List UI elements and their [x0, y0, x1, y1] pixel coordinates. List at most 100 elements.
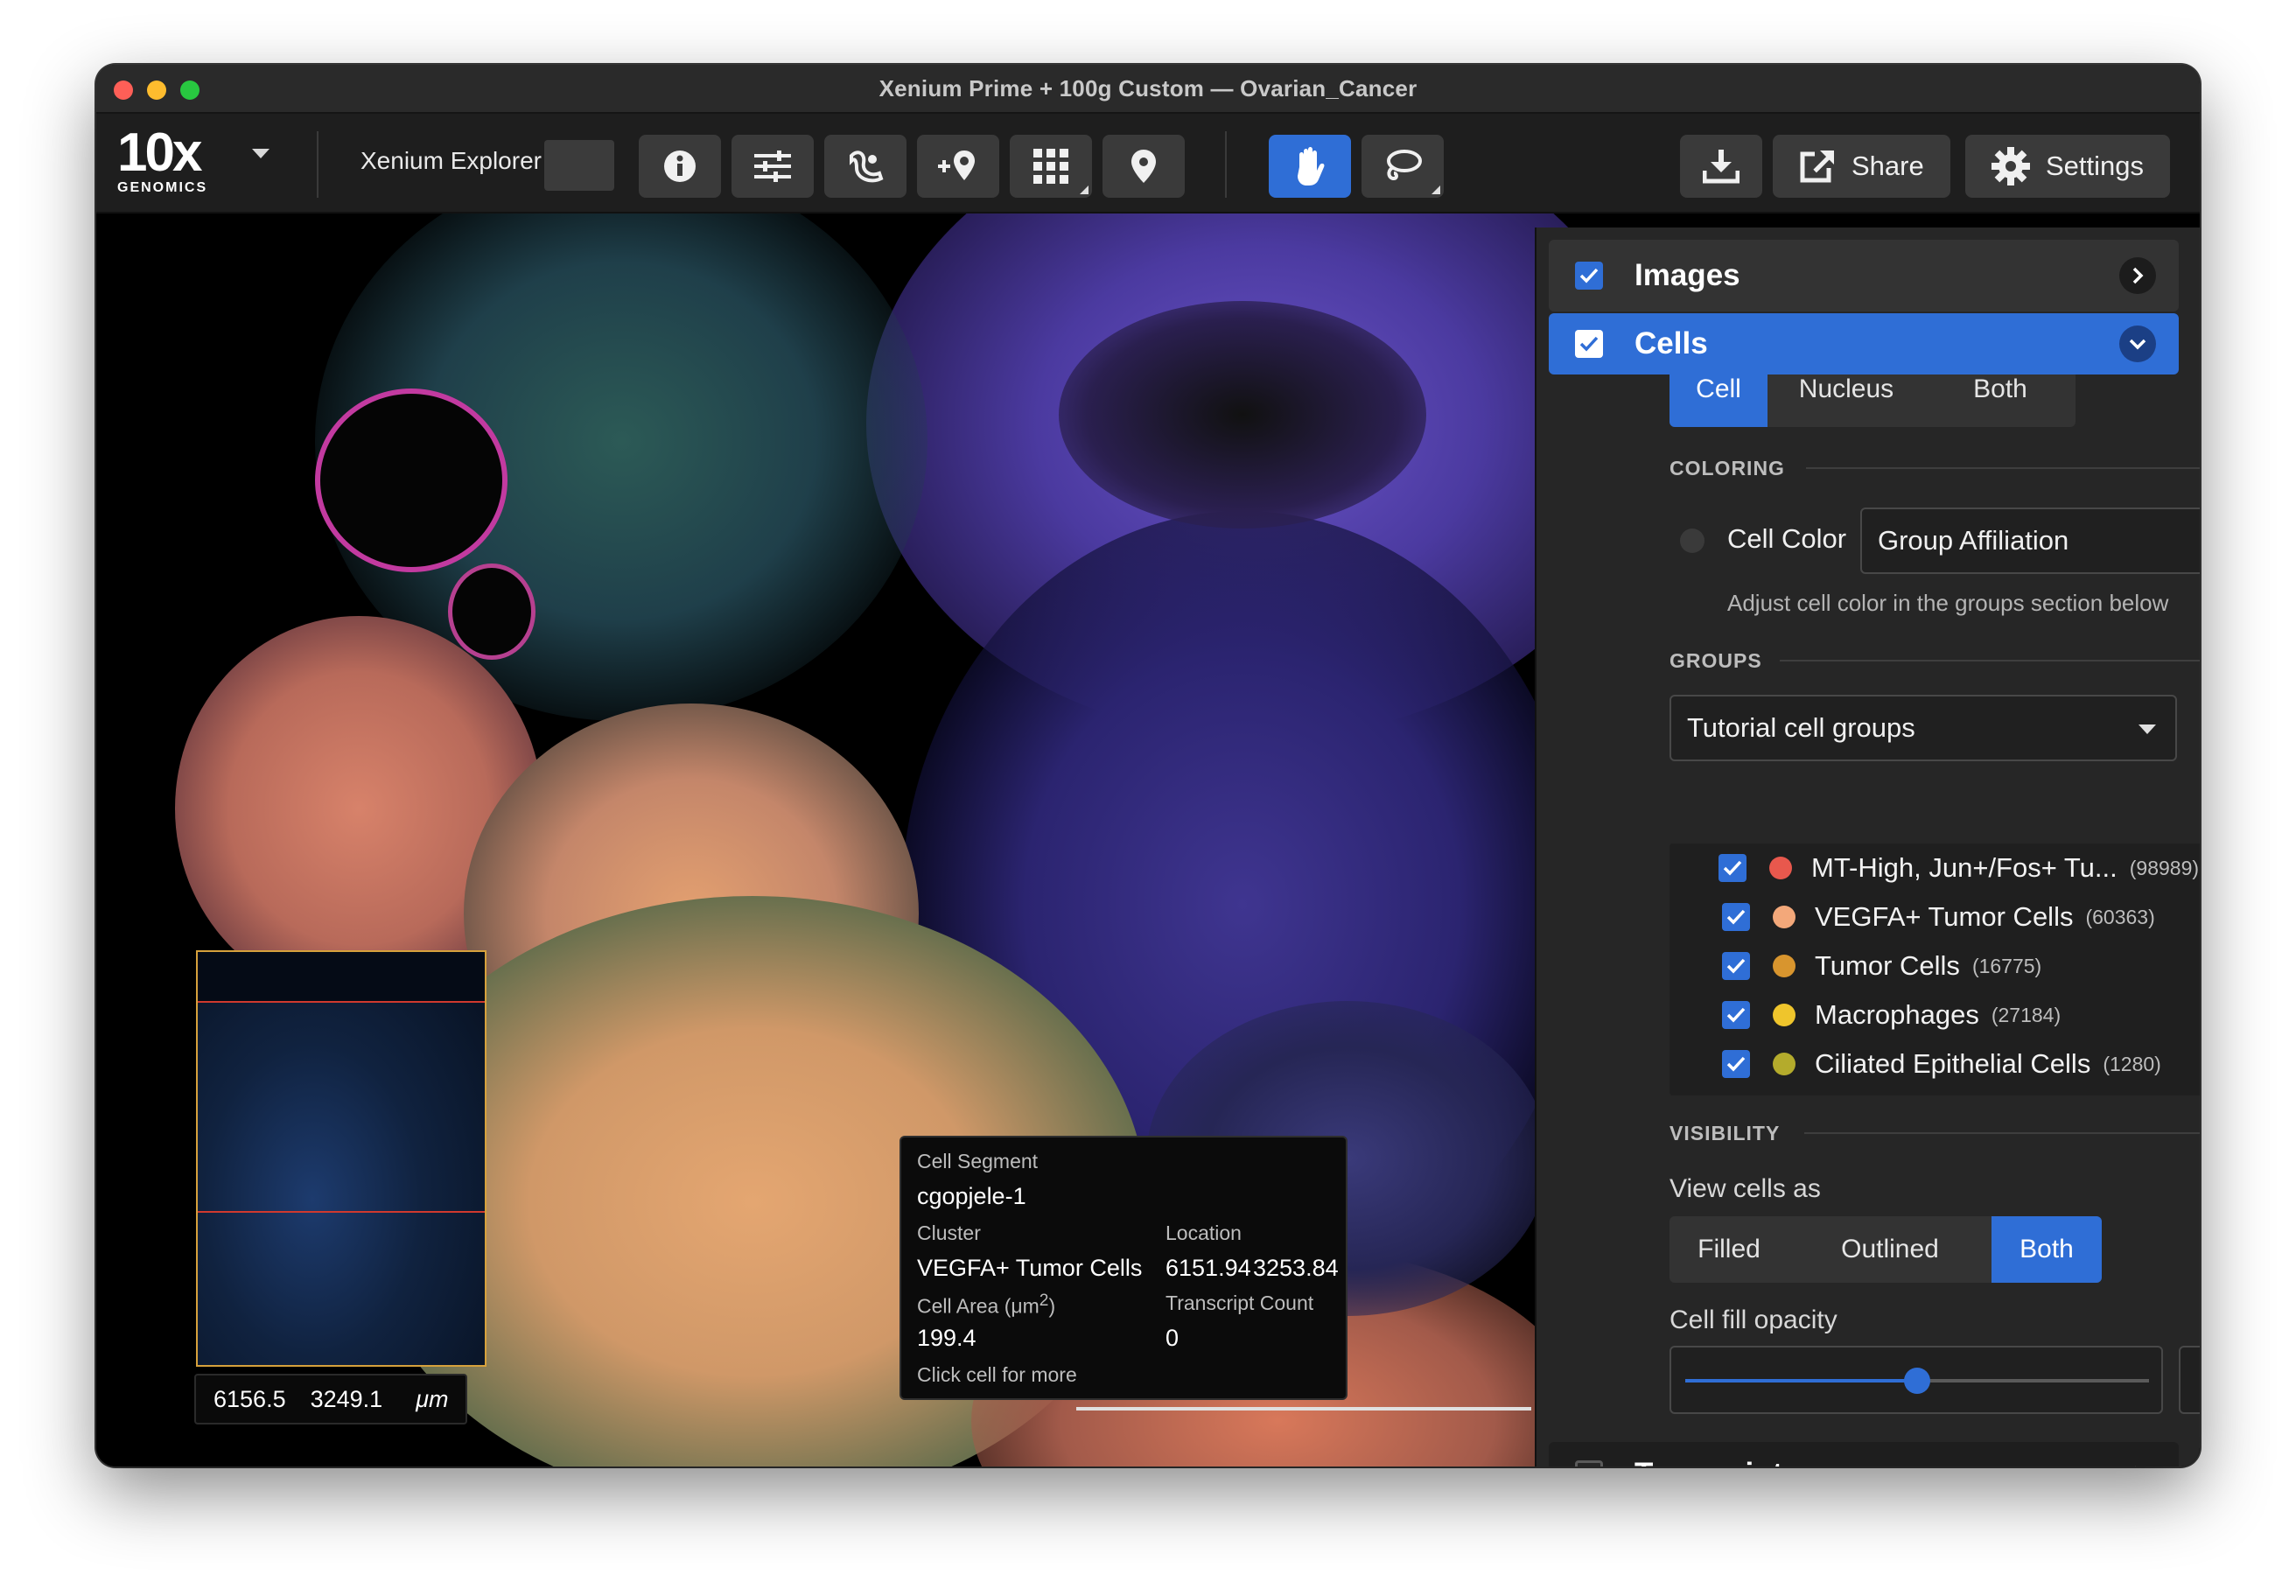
tab-nucleus[interactable]: Nucleus — [1768, 374, 1925, 427]
hand-icon — [1298, 147, 1325, 186]
transcripts-section-header[interactable]: Transcripts — [1549, 1442, 2179, 1466]
settings-button[interactable]: Settings — [1965, 135, 2171, 198]
opacity-label: Cell fill opacity — [1670, 1306, 1838, 1334]
add-location-icon — [938, 150, 975, 180]
download-icon — [1703, 150, 1740, 184]
list-item[interactable]: Tumor Cells (16775) — [1722, 942, 2200, 990]
cell-tooltip: Cell Segment cgopjele-1 Cluster VEGFA+ T… — [900, 1136, 1348, 1400]
area-label: Cell Area (μm2) — [917, 1292, 1056, 1318]
chevron-down-icon[interactable] — [252, 149, 270, 158]
minimap-viewport-edge — [198, 952, 485, 1003]
view-filled-option[interactable]: Filled — [1670, 1216, 1788, 1283]
grid-button[interactable] — [1010, 135, 1092, 198]
settings-label: Settings — [2046, 150, 2145, 181]
checkmark-icon — [1726, 1007, 1746, 1023]
add-location-button[interactable] — [917, 135, 999, 198]
info-button[interactable] — [639, 135, 721, 198]
chevron-down-icon[interactable] — [2119, 326, 2156, 362]
close-window-button[interactable] — [114, 80, 133, 100]
toolbar-divider — [317, 131, 318, 198]
tab-cell[interactable]: Cell — [1670, 374, 1768, 427]
toolbar-divider — [1225, 131, 1227, 198]
segment-label: Cell Segment — [917, 1150, 1039, 1172]
checkmark-icon — [1726, 1056, 1746, 1072]
images-section-header[interactable]: Images — [1549, 240, 2179, 312]
tab-both[interactable]: Both — [1925, 374, 2076, 427]
opacity-value-input[interactable]: 50 — [2179, 1346, 2200, 1414]
vessel-structure — [1059, 301, 1426, 528]
cell-color-select[interactable]: Group Affiliation — [1860, 508, 2200, 574]
group-checkbox[interactable] — [1722, 952, 1750, 980]
opacity-slider[interactable] — [1670, 1346, 2163, 1414]
gear-icon — [1992, 147, 2030, 186]
maximize-window-button[interactable] — [180, 80, 200, 100]
group-name: Macrophages — [1815, 999, 1979, 1030]
scale-bar — [1076, 1407, 1531, 1410]
list-item[interactable]: VEGFA+ Tumor Cells (60363) — [1722, 892, 2200, 942]
group-checkbox[interactable] — [1722, 1001, 1750, 1029]
cells-checkbox[interactable] — [1575, 330, 1603, 358]
window-title: Xenium Prime + 100g Custom — Ovarian_Can… — [878, 74, 1418, 102]
checkmark-icon — [1579, 268, 1599, 284]
view-both-option[interactable]: Both — [1992, 1216, 2102, 1283]
transcript-count-label: Transcript Count — [1166, 1292, 1314, 1314]
pin-button[interactable] — [1102, 135, 1185, 198]
slider-thumb[interactable] — [1904, 1368, 1930, 1394]
logo-main-text: 10x — [117, 122, 202, 183]
checkmark-icon — [1723, 860, 1742, 876]
view-outlined-option[interactable]: Outlined — [1788, 1216, 1992, 1283]
group-name: VEGFA+ Tumor Cells — [1815, 901, 2074, 932]
lasso-tool-button[interactable] — [1362, 135, 1444, 198]
logo-sub-text: GENOMICS — [117, 180, 208, 195]
transcript-count-value: 0 — [1166, 1325, 1180, 1351]
list-item[interactable]: MT-High, Jun+/Fos+ Tu... (98989) — [1718, 844, 2200, 892]
minimize-window-button[interactable] — [147, 80, 166, 100]
minimap[interactable] — [196, 950, 486, 1367]
list-item[interactable]: Macrophages (27184) — [1722, 990, 2200, 1040]
group-checkbox[interactable] — [1722, 903, 1750, 931]
checkmark-icon — [1726, 958, 1746, 974]
group-checkbox[interactable] — [1722, 1050, 1750, 1078]
groups-select-value: Tutorial cell groups — [1687, 712, 1915, 743]
view-as-tabs: Filled Outlined Both — [1670, 1216, 2102, 1283]
cells-section-header[interactable]: Cells — [1549, 313, 2179, 374]
download-button[interactable] — [1680, 135, 1762, 198]
pan-tool-button[interactable] — [1269, 135, 1351, 198]
duct-ring — [448, 564, 536, 660]
coordinate-readout: 6156.5 3249.1 μm — [194, 1374, 467, 1424]
gene-panel-button[interactable] — [824, 135, 906, 198]
duct-ring — [315, 388, 508, 572]
lasso-icon — [1387, 150, 1422, 181]
groups-select[interactable]: Tutorial cell groups — [1670, 695, 2177, 761]
divider — [1804, 1132, 2200, 1134]
pin-icon — [1131, 150, 1156, 183]
gene-panel-icon — [850, 150, 884, 183]
cell-color-value: Group Affiliation — [1878, 525, 2069, 556]
window-controls — [114, 80, 200, 100]
adjustments-button[interactable] — [732, 135, 814, 198]
images-checkbox[interactable] — [1575, 262, 1603, 290]
group-count: (27184) — [1991, 1003, 2062, 1026]
coord-x: 6156.5 — [214, 1385, 286, 1412]
group-checkbox[interactable] — [1718, 854, 1746, 882]
cell-color-label: Cell Color — [1727, 523, 1847, 554]
group-name: Ciliated Epithelial Cells — [1815, 1048, 2091, 1079]
divider — [1780, 660, 2200, 662]
coloring-hint: Adjust cell color in the groups section … — [1727, 590, 2169, 616]
list-item[interactable]: Ciliated Epithelial Cells (1280) — [1722, 1040, 2200, 1088]
share-button[interactable]: Share — [1773, 135, 1950, 198]
chevron-right-icon[interactable] — [2119, 257, 2156, 294]
transcripts-checkbox[interactable] — [1575, 1460, 1603, 1466]
group-color-dot — [1773, 1004, 1796, 1026]
share-label: Share — [1852, 150, 1924, 181]
cell-color-swatch — [1680, 528, 1704, 553]
transcripts-title: Transcripts — [1634, 1457, 1800, 1466]
cell-groups-list[interactable]: MT-High, Jun+/Fos+ Tu... (98989) VEGFA+ … — [1670, 844, 2200, 1096]
chevron-right-icon[interactable] — [2119, 1456, 2156, 1466]
cluster-value: VEGFA+ Tumor Cells — [917, 1255, 1143, 1281]
visibility-section-label: VISIBILITY — [1670, 1122, 1781, 1144]
project-thumbnail[interactable] — [544, 140, 614, 191]
slider-track — [1685, 1368, 2149, 1394]
location-x: 6151.94 — [1166, 1255, 1251, 1281]
location-y: 3253.84 — [1253, 1255, 1339, 1281]
